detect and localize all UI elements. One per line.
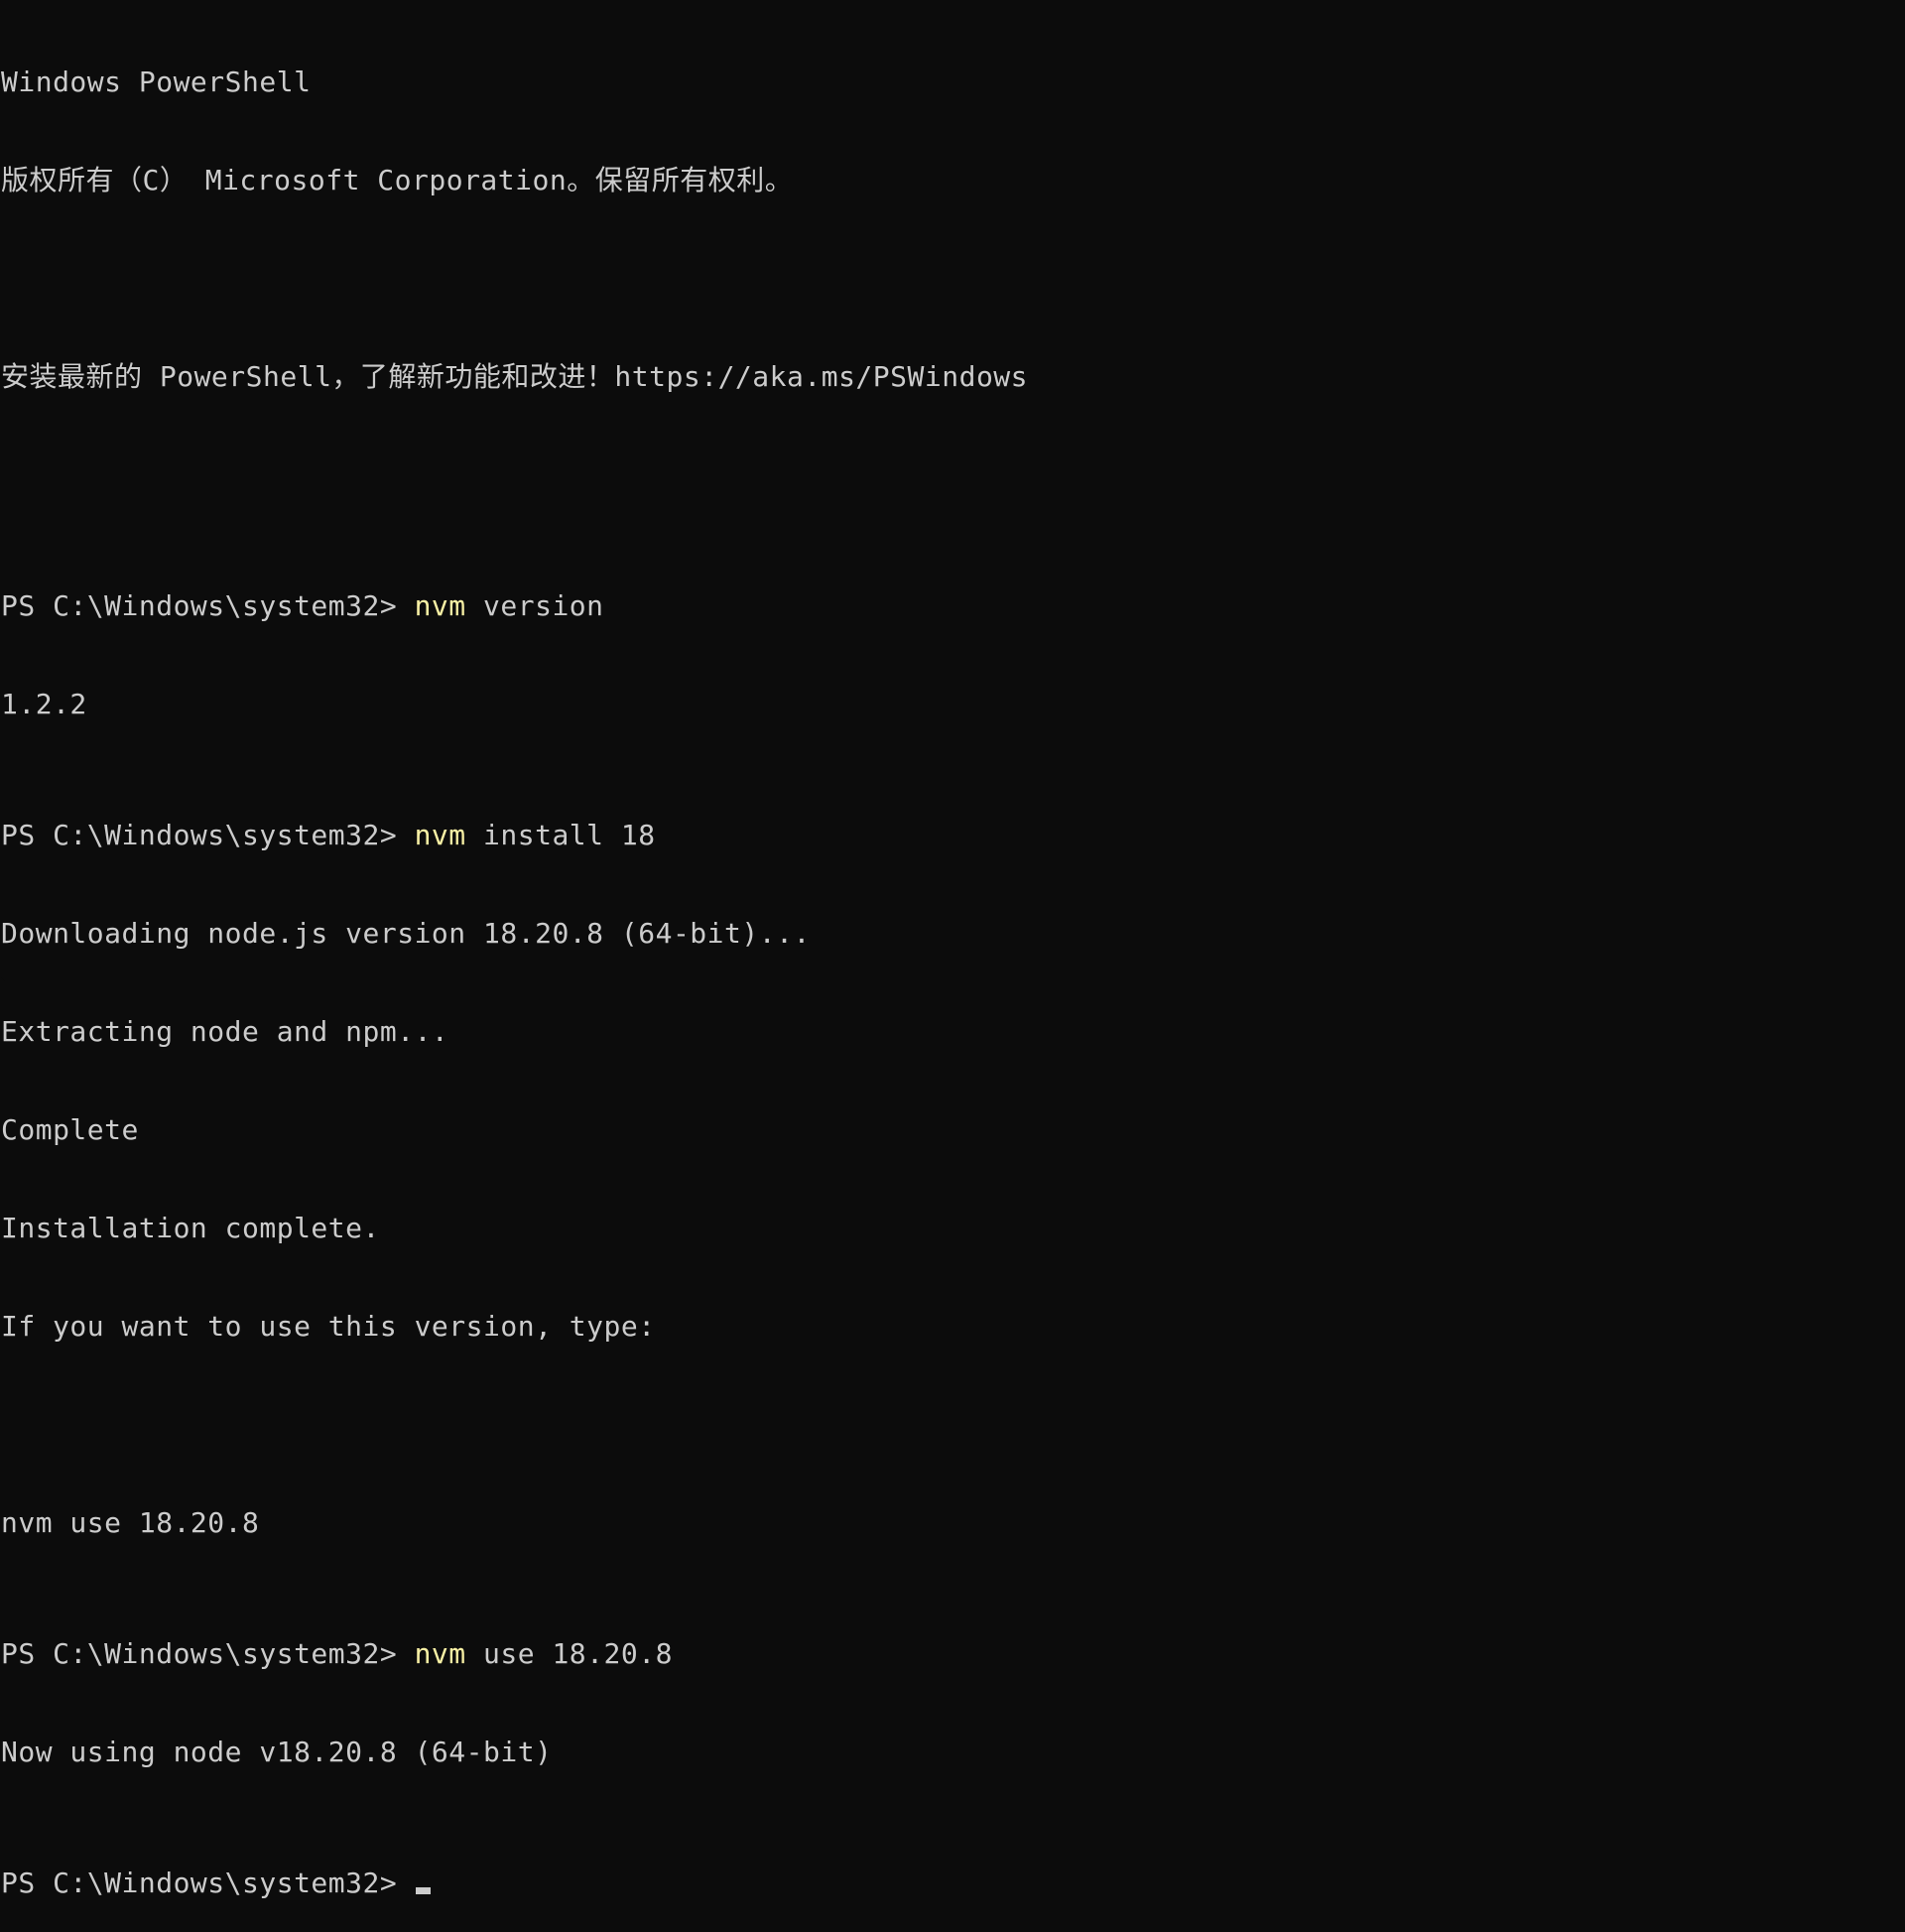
output-line: nvm use 18.20.8 bbox=[1, 1506, 260, 1539]
command-name: nvm bbox=[414, 819, 466, 851]
output-line: Now using node v18.20.8 (64-bit) bbox=[1, 1736, 553, 1768]
output-line: Downloading node.js version 18.20.8 (64-… bbox=[1, 917, 811, 950]
output-line: Complete bbox=[1, 1113, 139, 1146]
command-args: version bbox=[465, 589, 604, 622]
active-prompt-line[interactable]: PS C:\Windows\system32> bbox=[1, 1867, 1905, 1899]
output-line: 1.2.2 bbox=[1, 688, 87, 720]
command-line: PS C:\Windows\system32> nvm use 18.20.8 bbox=[1, 1637, 1905, 1670]
prompt: PS C:\Windows\system32> bbox=[1, 1637, 415, 1670]
prompt: PS C:\Windows\system32> bbox=[1, 819, 415, 851]
command-name: nvm bbox=[414, 589, 466, 622]
prompt: PS C:\Windows\system32> bbox=[1, 589, 415, 622]
powershell-terminal[interactable]: Windows PowerShell 版权所有（C） Microsoft Cor… bbox=[0, 0, 1905, 1899]
output-line: If you want to use this version, type: bbox=[1, 1310, 656, 1343]
text-cursor[interactable] bbox=[415, 1887, 431, 1894]
output-line: Installation complete. bbox=[1, 1212, 380, 1244]
command-args: use 18.20.8 bbox=[465, 1637, 673, 1670]
command-line: PS C:\Windows\system32> nvm install 18 bbox=[1, 819, 1905, 851]
command-args: install 18 bbox=[465, 819, 656, 851]
output-line: Extracting node and npm... bbox=[1, 1015, 449, 1048]
copyright-line: 版权所有（C） Microsoft Corporation。保留所有权利。 bbox=[1, 164, 794, 196]
banner-title: Windows PowerShell bbox=[1, 65, 312, 98]
command-name: nvm bbox=[414, 1637, 466, 1670]
upgrade-notice: 安装最新的 PowerShell，了解新功能和改进！https://aka.ms… bbox=[1, 360, 1029, 393]
prompt: PS C:\Windows\system32> bbox=[1, 1867, 415, 1899]
command-line: PS C:\Windows\system32> nvm version bbox=[1, 589, 1905, 622]
